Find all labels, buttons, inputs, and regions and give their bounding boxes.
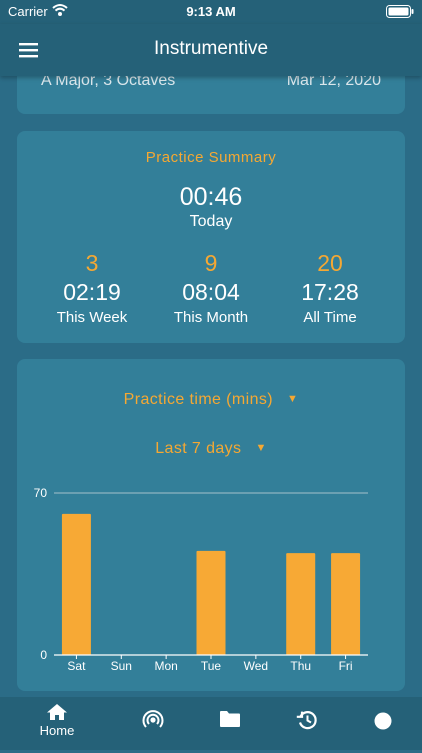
stat-label: This Week (56, 309, 128, 326)
chart-bar (286, 553, 316, 655)
stat-count: 20 (317, 250, 343, 276)
nav-history[interactable] (277, 709, 337, 751)
app-bar: Instrumentive (0, 24, 422, 76)
x-tick-label: Tue (201, 659, 222, 673)
nav-broadcast[interactable] (123, 709, 183, 751)
history-icon (296, 711, 317, 730)
status-time: 9:13 AM (186, 4, 236, 19)
bottom-nav: Home (0, 697, 422, 750)
x-tick-label: Fri (339, 659, 353, 673)
nav-folder[interactable] (200, 710, 260, 752)
nav-home-label: Home (39, 723, 75, 738)
stat-label: This Month (173, 309, 249, 326)
chart-bar (331, 553, 361, 655)
nav-record[interactable] (353, 711, 413, 753)
practice-chart-card: Practice time (mins) ▼ Last 7 days ▼ 0 70 Sa… (17, 359, 405, 691)
stat-time: 08:04 (182, 279, 240, 305)
y-tick-label: 70 (34, 486, 48, 500)
today-time: 00:46 (179, 183, 243, 211)
stat-all-time: 20 17:28 All Time (270, 249, 390, 329)
x-tick-label: Sun (111, 659, 132, 673)
practice-summary-card: Practice Summary 00:46 Today 3 02:19 Thi… (17, 131, 405, 343)
stat-time: 02:19 (63, 279, 121, 305)
battery-icon (386, 5, 414, 21)
today-label: Today (189, 213, 233, 230)
stat-this-week: 3 02:19 This Week (32, 249, 152, 329)
summary-title: Practice Summary (145, 149, 277, 166)
x-tick-label: Sat (67, 659, 86, 673)
stat-count: 9 (204, 250, 218, 276)
record-icon (374, 712, 392, 730)
x-tick-label: Mon (154, 659, 177, 673)
broadcast-icon (142, 710, 164, 728)
x-tick-label: Wed (244, 659, 268, 673)
app-title: Instrumentive (153, 38, 269, 59)
stat-label: All Time (303, 309, 357, 326)
practice-bar-chart: 0 70 Sat Sun Mon Tue Wed Thu Fri (34, 486, 368, 673)
y-tick-label: 0 (40, 648, 47, 662)
stat-this-month: 9 08:04 This Month (151, 249, 271, 329)
chart-bar (196, 550, 226, 655)
x-tick-label: Thu (290, 659, 311, 673)
status-bar: Carrier 9:13 AM (0, 0, 422, 24)
folder-icon (220, 711, 240, 727)
nav-home[interactable]: Home (27, 703, 87, 745)
stat-time: 17:28 (301, 279, 359, 305)
home-icon (47, 704, 67, 720)
stat-count: 3 (85, 250, 99, 276)
chart-bar (61, 513, 91, 655)
